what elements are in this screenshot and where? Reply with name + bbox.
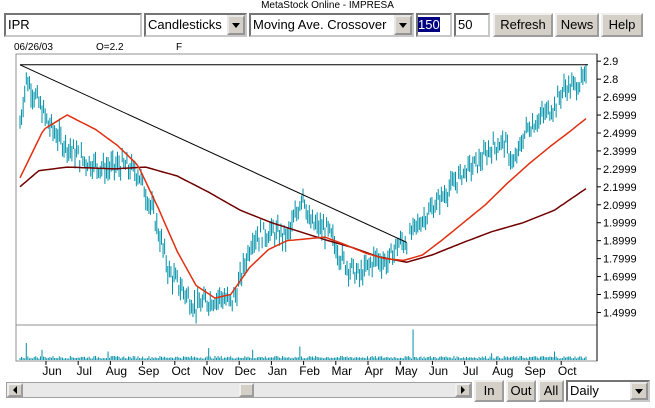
chevron-down-icon — [399, 22, 407, 28]
chevron-down-icon — [635, 388, 643, 394]
bottom-bar: In Out All Daily — [0, 380, 655, 408]
x-tick-label: Jul — [77, 364, 92, 378]
period-value: 150 — [418, 17, 440, 32]
x-tick-label: Sep — [138, 364, 160, 378]
y-tick-label: 2.4999 — [603, 128, 637, 140]
help-button[interactable]: Help — [601, 13, 643, 37]
x-tick-label: Mar — [331, 364, 352, 378]
y-tick-label: 2.1999 — [603, 182, 637, 194]
indicator-dropdown-button[interactable] — [394, 15, 412, 35]
scroll-left-button[interactable] — [7, 383, 23, 397]
y-tick-label: 1.4999 — [603, 307, 637, 319]
horizontal-scrollbar[interactable] — [6, 382, 472, 398]
chart-type-select[interactable]: Candlesticks — [144, 13, 247, 37]
chart-type-value: Candlesticks — [148, 17, 222, 32]
chart-open-label: O=2.2 — [96, 42, 124, 53]
toolbar: IPR Candlesticks Moving Ave. Crossover 1… — [0, 13, 655, 39]
chart-date-label: 06/26/03 — [14, 42, 53, 53]
x-tick-label: Aug — [106, 364, 127, 378]
y-tick-label: 2.0999 — [603, 200, 637, 212]
y-tick-label: 2.9 — [603, 56, 618, 68]
x-tick-label: Oct — [558, 364, 577, 378]
arrow-right-icon — [461, 386, 465, 394]
interval-select[interactable]: Daily — [566, 380, 650, 402]
x-tick-label: Nov — [202, 364, 223, 378]
chart-type-dropdown-button[interactable] — [227, 15, 245, 35]
x-tick-label: Apr — [365, 364, 384, 378]
y-tick-label: 2.2999 — [603, 164, 637, 176]
zoom-in-button[interactable]: In — [474, 380, 504, 402]
arrow-left-icon — [13, 386, 17, 394]
zoom-all-button[interactable]: All — [538, 380, 564, 402]
y-tick-label: 2.6999 — [603, 92, 637, 104]
indicator-value: Moving Ave. Crossover — [253, 17, 387, 32]
news-button[interactable]: News — [555, 13, 599, 37]
y-tick-label: 1.8999 — [603, 236, 637, 248]
y-tick-label: 1.9999 — [603, 218, 637, 230]
price-chart: 06/26/03 O=2.2 F 2.9 2.8 2.6999 2.5999 2.499… — [0, 39, 655, 380]
x-tick-label: Jan — [268, 364, 287, 378]
x-tick-label: Sep — [524, 364, 546, 378]
window-title: MetaStock Online - IMPRESA — [0, 0, 655, 12]
y-tick-label: 1.5999 — [603, 290, 637, 302]
x-tick-label: Oct — [171, 364, 190, 378]
x-tick-label: Feb — [299, 364, 320, 378]
x-tick-label: Aug — [492, 364, 513, 378]
indicator-select[interactable]: Moving Ave. Crossover — [249, 13, 414, 37]
refresh-button[interactable]: Refresh — [493, 13, 553, 37]
y-tick-label: 2.8 — [603, 74, 618, 86]
y-tick-label: 1.7999 — [603, 254, 637, 266]
chevron-down-icon — [232, 22, 240, 28]
scroll-right-button[interactable] — [455, 383, 471, 397]
y-tick-label: 2.5999 — [603, 110, 637, 122]
zoom-out-button[interactable]: Out — [506, 380, 536, 402]
x-tick-label: Jun — [42, 364, 61, 378]
x-tick-label: May — [395, 364, 418, 378]
x-tick-label: Dec — [235, 364, 256, 378]
interval-dropdown-button[interactable] — [630, 382, 648, 400]
scroll-thumb[interactable] — [239, 383, 254, 397]
interval-value: Daily — [570, 383, 599, 398]
y-tick-label: 2.3999 — [603, 146, 637, 158]
symbol-input[interactable]: IPR — [4, 13, 142, 37]
ma-length-input[interactable]: 50 — [454, 13, 490, 37]
period-input[interactable]: 150 — [416, 13, 452, 37]
chart-extra-label: F — [176, 42, 182, 53]
x-tick-label: Jul — [463, 364, 478, 378]
x-tick-label: Jun — [429, 364, 448, 378]
y-tick-label: 1.6999 — [603, 272, 637, 284]
